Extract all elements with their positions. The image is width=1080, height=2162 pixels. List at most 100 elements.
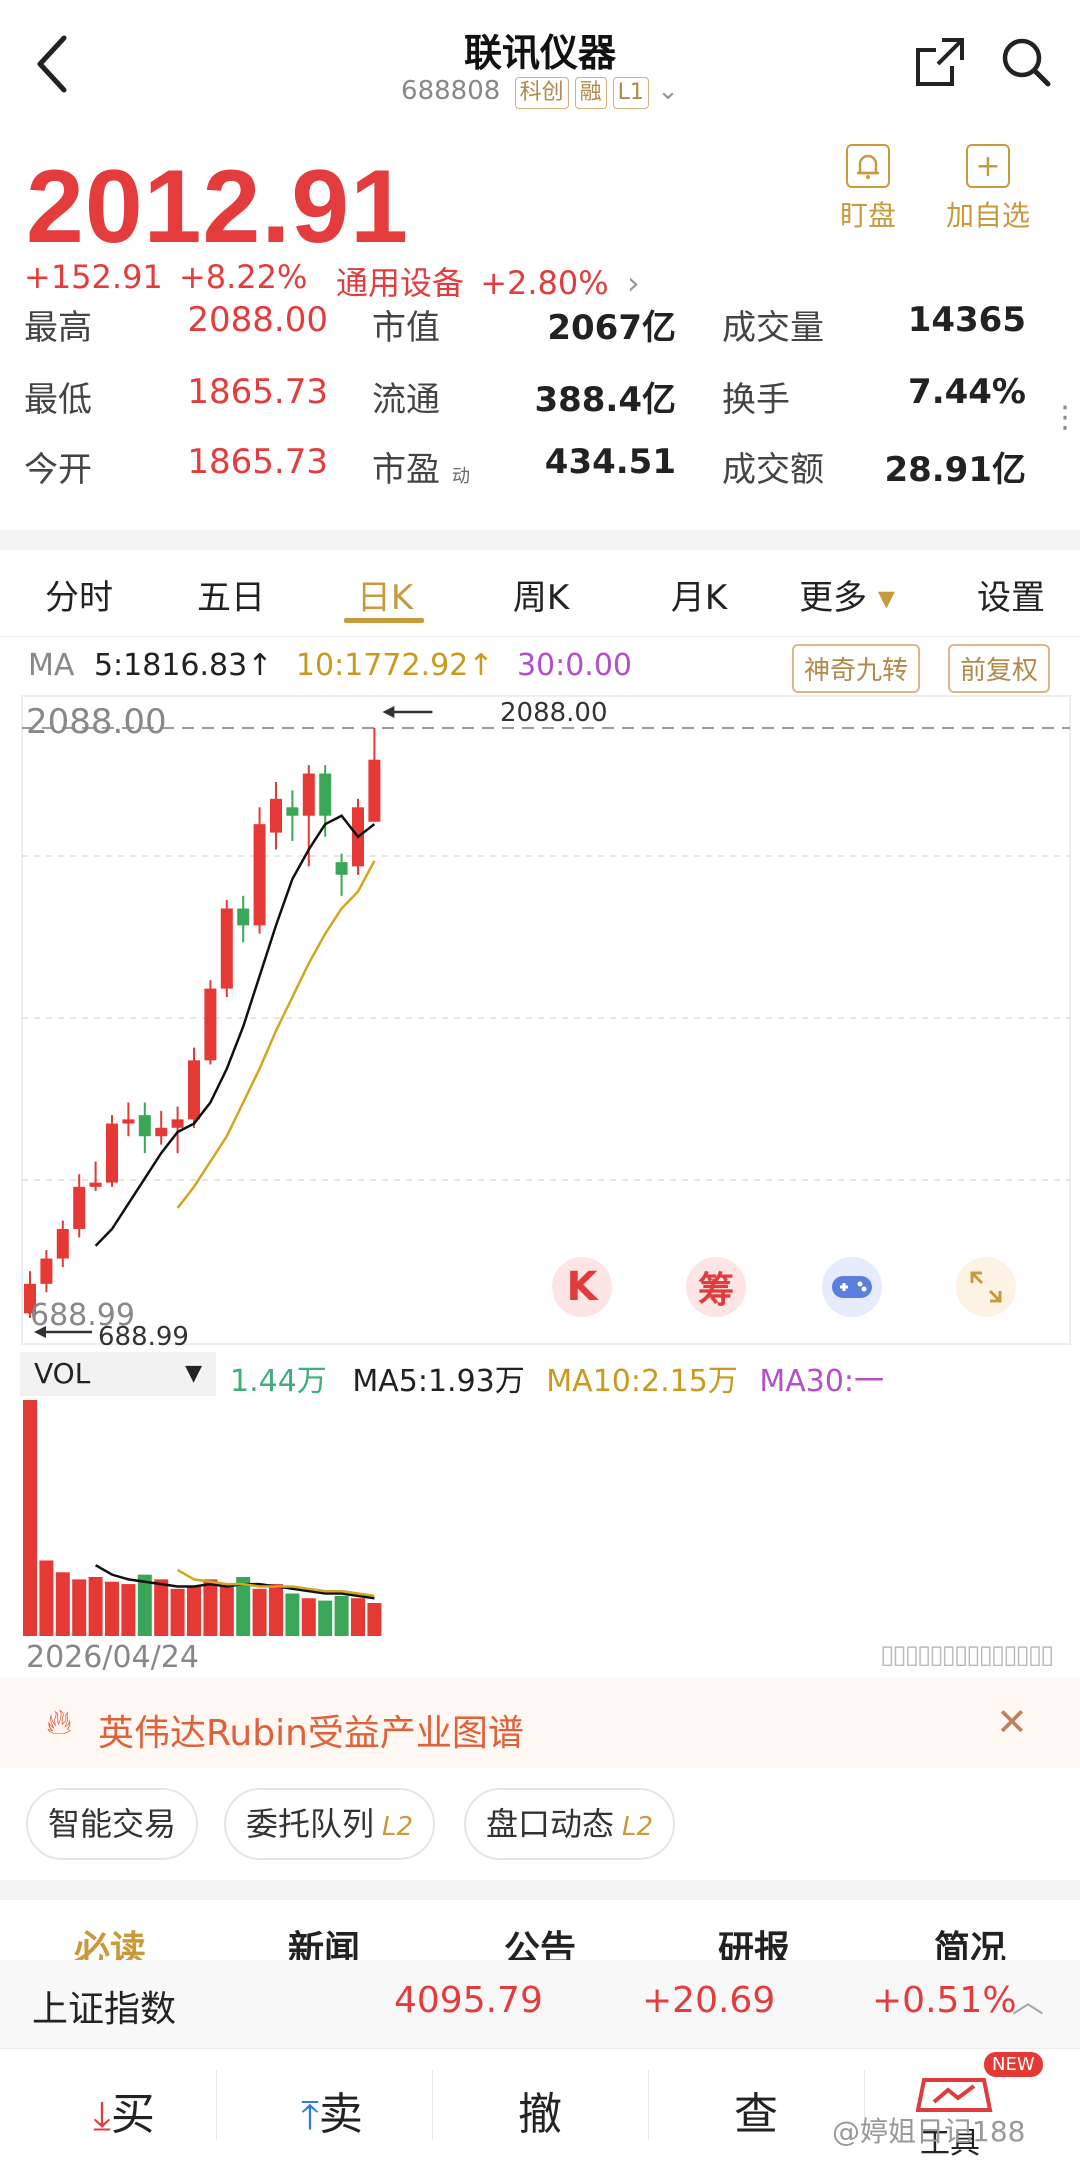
volume-bar	[318, 1600, 333, 1636]
adjust-button[interactable]: 前复权	[948, 644, 1051, 693]
stat-label: 成交额	[722, 450, 824, 490]
bell-icon	[846, 144, 890, 188]
high-marker-label: 2088.00	[500, 698, 608, 728]
tab-label: 日K	[356, 578, 414, 618]
candle-body	[155, 1127, 168, 1137]
volume-bar	[23, 1400, 37, 1636]
k-button[interactable]: K	[552, 1257, 612, 1317]
divider	[432, 2070, 433, 2140]
upload-icon: ⤒	[301, 2093, 319, 2139]
candle-body	[188, 1060, 200, 1120]
volume-bar	[285, 1593, 300, 1636]
volume-bar	[252, 1588, 267, 1636]
share-icon[interactable]	[912, 34, 968, 90]
volume-bar	[39, 1560, 54, 1636]
volume-bar	[367, 1602, 382, 1636]
tab-3[interactable]: 周K	[466, 570, 616, 619]
stat-value: 28.91亿	[884, 450, 1026, 490]
vol-current: 1.44万	[230, 1364, 327, 1399]
vol-ma5-line	[94, 1564, 375, 1600]
download-icon: ⤓	[93, 2093, 111, 2139]
divider	[0, 636, 1080, 637]
more-vertical-icon[interactable]: ⋮	[1050, 400, 1080, 435]
add-watchlist-button[interactable]: + 加自选	[938, 144, 1038, 234]
plus-icon: +	[966, 144, 1010, 188]
high-arrowhead	[382, 706, 395, 718]
stock-code: 688808	[401, 76, 501, 106]
chip-2[interactable]: 盘口动态 L2	[464, 1788, 676, 1860]
ma10-value: 10:1772.92↑	[295, 648, 494, 683]
index-percent: +0.51%	[872, 1980, 1017, 2021]
sector-name: 通用设备	[336, 264, 465, 302]
fire-icon: 🔥︎	[46, 1702, 73, 1743]
volume-bar	[88, 1577, 103, 1636]
tab-5[interactable]: 更多 ▾	[772, 570, 922, 619]
watch-button[interactable]: 盯盘	[818, 144, 918, 234]
kline-chart[interactable]	[0, 690, 1080, 1640]
vol-ma5: MA5:1.93万	[352, 1364, 525, 1399]
candle-body	[73, 1186, 86, 1230]
ma5-value: 5:1816.83↑	[93, 648, 273, 683]
vol-legend: 1.44万 MA5:1.93万 MA10:2.15万 MA30:一	[230, 1356, 884, 1400]
stat-label: 最低	[24, 380, 92, 420]
tab-active-indicator	[344, 618, 424, 623]
tab-2[interactable]: 日K	[310, 570, 460, 619]
close-icon[interactable]: ✕	[996, 1700, 1028, 1744]
indicator-select[interactable]: VOL ▼	[20, 1352, 216, 1396]
chart-frame	[21, 695, 1071, 1345]
candle-body	[302, 773, 315, 816]
stat-value: 7.44%	[908, 372, 1026, 412]
tab-0[interactable]: 分时	[4, 570, 154, 619]
tab-4[interactable]: 月K	[624, 570, 774, 619]
buy-button[interactable]: ⤓买	[24, 2078, 224, 2142]
stat-value: 2067亿	[547, 308, 676, 348]
divider	[216, 2070, 217, 2140]
scroll-indicator: ▯▯▯▯▯▯▯▯▯▯▯▯▯▯	[880, 1640, 1054, 1670]
sell-button[interactable]: ⤒卖	[232, 2078, 432, 2142]
tab-6[interactable]: 设置	[936, 570, 1080, 619]
sector-link[interactable]: 通用设备 +2.80% ›	[336, 258, 640, 304]
tab-label: 周K	[512, 578, 570, 618]
current-price: 2012.91	[26, 149, 409, 265]
stat-value: 388.4亿	[534, 380, 676, 420]
candle-body	[335, 862, 348, 875]
volume-bar	[55, 1572, 70, 1636]
tab-label: 更多	[799, 578, 868, 618]
ma-legend: MA 5:1816.83↑ 10:1772.92↑ 30:0.00	[28, 648, 632, 683]
candle-body	[253, 824, 266, 926]
chip-0[interactable]: 智能交易	[26, 1788, 199, 1860]
banner-text[interactable]: 英伟达Rubin受益产业图谱	[98, 1704, 524, 1756]
ma30-value: 30:0.00	[516, 648, 633, 683]
query-button[interactable]: 查	[656, 2078, 856, 2142]
stat-value: 434.51	[544, 442, 676, 482]
cancel-order-button[interactable]: 撤	[440, 2078, 640, 2142]
caret-down-icon: ▼	[185, 1361, 202, 1386]
stat-value: 1865.73	[187, 372, 328, 412]
chart-start-date: 2026/04/24	[26, 1640, 199, 1675]
watermark: @婷姐日记188	[832, 2115, 1026, 2148]
gamepad-icon[interactable]	[822, 1257, 882, 1317]
vol-ma30: MA30:一	[759, 1364, 885, 1399]
tab-label: 月K	[670, 578, 728, 618]
stat-label: 市盈	[372, 450, 440, 490]
caret-down-icon: ▾	[867, 578, 895, 618]
tab-label: 分时	[45, 578, 113, 618]
expand-icon[interactable]	[956, 1257, 1016, 1317]
price-change: +152.91 +8.22%	[24, 258, 307, 296]
candle-body	[270, 798, 282, 833]
search-icon[interactable]	[998, 34, 1054, 90]
candle-body	[204, 988, 217, 1061]
divider	[648, 2070, 649, 2140]
volume-bar	[105, 1581, 119, 1636]
candle-body	[319, 773, 332, 816]
chevron-up-icon[interactable]: ︿	[1012, 1976, 1044, 2022]
watch-label: 盯盘	[839, 199, 896, 232]
sector-percent: +2.80%	[480, 264, 609, 302]
magic-nine-button[interactable]: 神奇九转	[792, 644, 921, 693]
chips-button[interactable]: 筹	[686, 1257, 746, 1317]
chip-1[interactable]: 委托队列 L2	[224, 1788, 436, 1860]
tab-label: 设置	[977, 578, 1045, 618]
add-watchlist-label: 加自选	[945, 199, 1030, 232]
volume-bar	[203, 1579, 218, 1636]
tab-1[interactable]: 五日	[156, 570, 306, 619]
